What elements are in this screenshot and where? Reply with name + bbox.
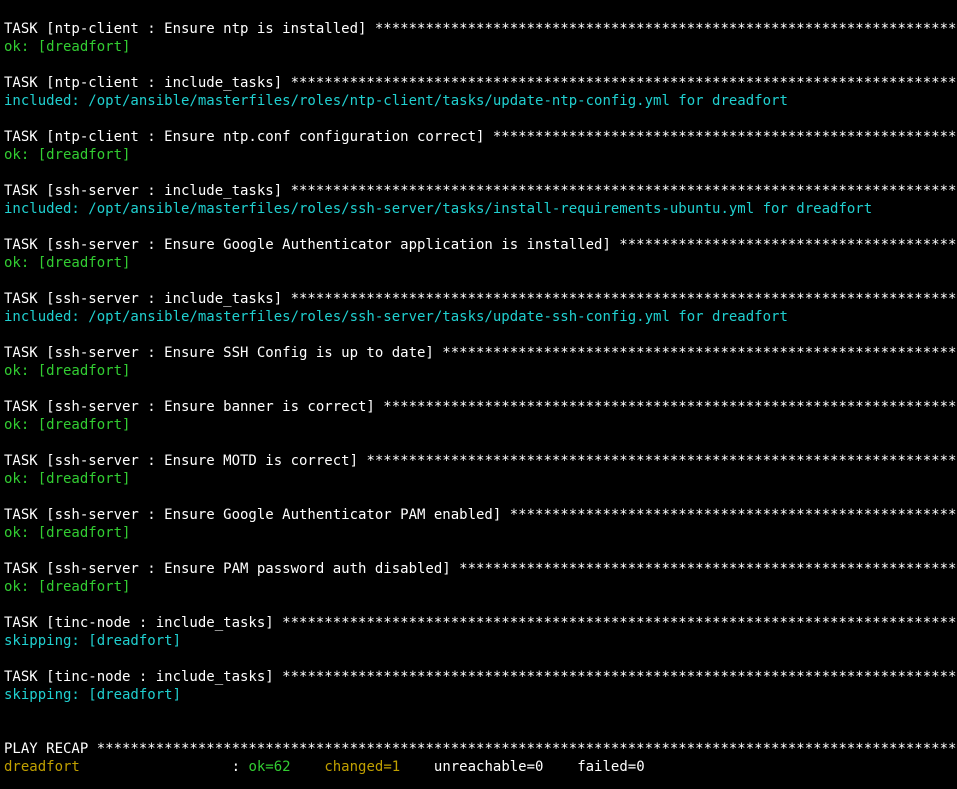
task-stars: ****************************************… (459, 561, 957, 577)
task-header: TASK [tinc-node : include_tasks] *******… (4, 614, 953, 632)
blank-line (4, 380, 953, 398)
task-stars: ****************************************… (383, 399, 957, 415)
task-stars: ****************************************… (493, 129, 957, 145)
task-header: TASK [ntp-client : include_tasks] ******… (4, 74, 953, 92)
blank-line (4, 434, 953, 452)
task-header: TASK [ssh-server : Ensure SSH Config is … (4, 344, 953, 362)
task-label: TASK [ssh-server : Ensure Google Authent… (4, 507, 510, 523)
task-stars: ****************************************… (619, 237, 957, 253)
task-stars: ****************************************… (291, 183, 957, 199)
task-label: TASK [ssh-server : Ensure banner is corr… (4, 399, 383, 415)
play-recap-block: PLAY RECAP *****************************… (4, 740, 953, 776)
recap-ok: ok=62 (248, 759, 290, 775)
blank-line (4, 542, 953, 560)
task-header: TASK [ntp-client : Ensure ntp.conf confi… (4, 128, 953, 146)
task-stars: ****************************************… (282, 615, 957, 631)
task-label: TASK [ssh-server : include_tasks] (4, 183, 291, 199)
task-label: TASK [ssh-server : Ensure MOTD is correc… (4, 453, 366, 469)
task-status: ok: [dreadfort] (4, 254, 953, 272)
task-stars: ****************************************… (366, 453, 957, 469)
play-recap-header: PLAY RECAP (4, 741, 97, 757)
blank-line (4, 56, 953, 74)
task-status: ok: [dreadfort] (4, 416, 953, 434)
task-stars: ****************************************… (291, 75, 957, 91)
task-header: TASK [ssh-server : Ensure banner is corr… (4, 398, 953, 416)
task-label: TASK [ntp-client : Ensure ntp is install… (4, 21, 375, 37)
task-status: skipping: [dreadfort] (4, 632, 953, 650)
ansible-tasks: TASK [ntp-client : Ensure ntp is install… (4, 20, 953, 722)
task-stars: ****************************************… (510, 507, 957, 523)
task-label: TASK [ssh-server : include_tasks] (4, 291, 291, 307)
task-header: TASK [ssh-server : include_tasks] ******… (4, 182, 953, 200)
task-stars: ****************************************… (291, 291, 957, 307)
recap-host: dreadfort (4, 759, 80, 775)
task-stars: ****************************************… (442, 345, 957, 361)
task-header: TASK [ssh-server : include_tasks] ******… (4, 290, 953, 308)
blank-line (4, 272, 953, 290)
blank-line (4, 218, 953, 236)
task-header: TASK [ssh-server : Ensure MOTD is correc… (4, 452, 953, 470)
blank-line (4, 110, 953, 128)
task-header: TASK [ssh-server : Ensure PAM password a… (4, 560, 953, 578)
recap-unreachable: unreachable=0 (434, 759, 544, 775)
task-status: ok: [dreadfort] (4, 578, 953, 596)
blank-line (4, 704, 953, 722)
task-label: TASK [ntp-client : include_tasks] (4, 75, 291, 91)
play-recap-stars: ****************************************… (97, 741, 957, 757)
task-status: ok: [dreadfort] (4, 146, 953, 164)
task-stars: ****************************************… (375, 21, 957, 37)
recap-colon: : (80, 759, 249, 775)
task-label: TASK [ssh-server : Ensure PAM password a… (4, 561, 459, 577)
task-header: TASK [ntp-client : Ensure ntp is install… (4, 20, 953, 38)
recap-changed: changed=1 (324, 759, 400, 775)
task-status: ok: [dreadfort] (4, 470, 953, 488)
task-status: skipping: [dreadfort] (4, 686, 953, 704)
terminal-output: TASK [ntp-client : Ensure ntp is install… (0, 0, 957, 789)
blank-line (4, 326, 953, 344)
blank-line (4, 650, 953, 668)
task-header: TASK [tinc-node : include_tasks] *******… (4, 668, 953, 686)
task-status: included: /opt/ansible/masterfiles/roles… (4, 92, 953, 110)
task-status: ok: [dreadfort] (4, 362, 953, 380)
task-status: ok: [dreadfort] (4, 38, 953, 56)
task-label: TASK [tinc-node : include_tasks] (4, 615, 282, 631)
task-label: TASK [tinc-node : include_tasks] (4, 669, 282, 685)
task-label: TASK [ssh-server : Ensure SSH Config is … (4, 345, 442, 361)
blank-line (4, 488, 953, 506)
task-header: TASK [ssh-server : Ensure Google Authent… (4, 236, 953, 254)
task-status: ok: [dreadfort] (4, 524, 953, 542)
task-label: TASK [ntp-client : Ensure ntp.conf confi… (4, 129, 493, 145)
task-status: included: /opt/ansible/masterfiles/roles… (4, 200, 953, 218)
blank-line (4, 596, 953, 614)
task-label: TASK [ssh-server : Ensure Google Authent… (4, 237, 619, 253)
blank-line (4, 164, 953, 182)
task-status: included: /opt/ansible/masterfiles/roles… (4, 308, 953, 326)
recap-failed: failed=0 (577, 759, 644, 775)
task-header: TASK [ssh-server : Ensure Google Authent… (4, 506, 953, 524)
task-stars: ****************************************… (282, 669, 957, 685)
